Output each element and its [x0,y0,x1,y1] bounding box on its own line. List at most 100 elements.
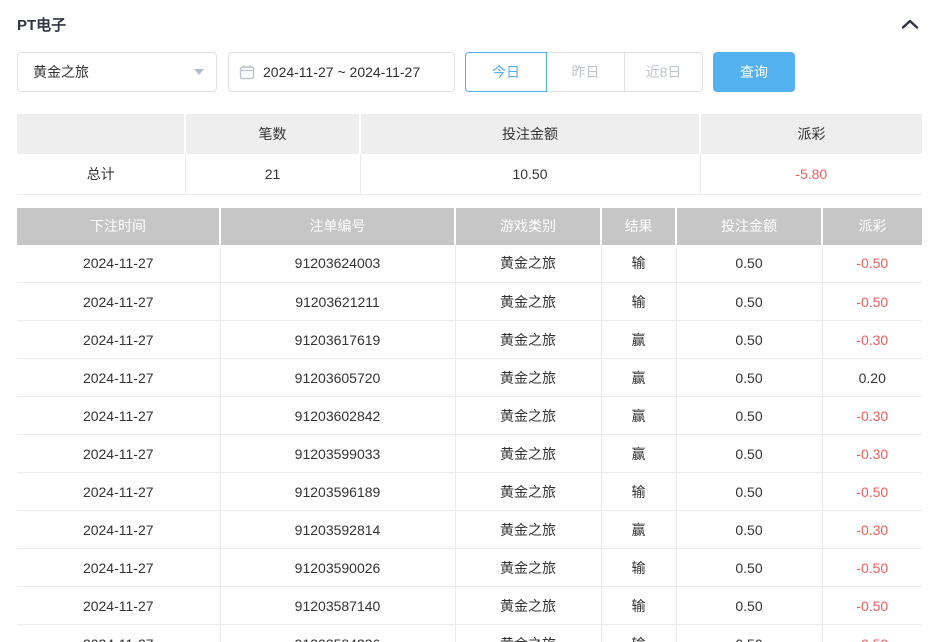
cell-bet-amount: 0.50 [676,434,823,473]
cell-payout: -0.30 [822,320,922,359]
cell-game-type: 黄金之旅 [455,510,602,549]
cell-bet-amount: 0.50 [676,282,823,321]
query-button[interactable]: 查询 [713,52,795,92]
cell-game-type: 黄金之旅 [455,586,602,625]
table-header-row: 下注时间 注单编号 游戏类别 结果 投注金额 派彩 [17,207,922,245]
quick-range-yesterday[interactable]: 昨日 [547,52,625,92]
cell-bet-amount: 0.50 [676,358,823,397]
quick-range-today[interactable]: 今日 [465,52,547,92]
cell-bet-id: 91203599033 [220,434,456,473]
cell-bet-time: 2024-11-27 [17,282,221,321]
table-row: 2024-11-27 91203596189 黄金之旅输 0.50 -0.50 [17,472,922,511]
cell-payout: -0.50 [822,586,922,625]
cell-result: 赢 [601,320,677,359]
header-game-type: 游戏类别 [455,207,602,245]
cell-payout: -0.50 [822,624,922,642]
cell-bet-amount: 0.50 [676,586,823,625]
header-payout: 派彩 [822,207,922,245]
cell-payout: -0.50 [822,472,922,511]
summary-table: 笔数 投注金额 派彩 总计 21 10.50 -5.80 [17,114,922,195]
header-bet-id: 注单编号 [220,207,456,245]
calendar-icon [239,64,255,80]
table-row: 2024-11-27 91203590026 黄金之旅输 0.50 -0.50 [17,548,922,587]
quick-range-group: 今日 昨日 近8日 [465,52,703,92]
cell-bet-amount: 0.50 [676,472,823,511]
cell-bet-id: 91203584236 [220,624,456,642]
header-bet-time: 下注时间 [17,207,221,245]
cell-bet-id: 91203617619 [220,320,456,359]
table-row: 2024-11-27 91203624003 黄金之旅输 0.50 -0.50 [17,244,922,283]
cell-game-type: 黄金之旅 [455,434,602,473]
quick-range-last8days[interactable]: 近8日 [625,52,703,92]
cell-result: 赢 [601,434,677,473]
cell-bet-amount: 0.50 [676,510,823,549]
cell-result: 赢 [601,358,677,397]
summary-total-payout: -5.80 [700,154,922,195]
cell-result: 输 [601,586,677,625]
date-range-picker[interactable]: 2024-11-27 ~ 2024-11-27 [228,52,455,92]
panel-header: PT电子 [17,12,922,36]
cell-result: 输 [601,624,677,642]
cell-bet-id: 91203605720 [220,358,456,397]
cell-bet-id: 91203624003 [220,244,456,283]
bet-records-table: 下注时间 注单编号 游戏类别 结果 投注金额 派彩 2024-11-27 9120… [17,207,922,642]
cell-bet-time: 2024-11-27 [17,548,221,587]
cell-result: 输 [601,244,677,283]
cell-payout: -0.50 [822,282,922,321]
summary-header-row: 笔数 投注金额 派彩 [17,114,922,154]
cell-game-type: 黄金之旅 [455,472,602,511]
collapse-button[interactable] [898,12,922,36]
cell-result: 赢 [601,396,677,435]
table-row: 2024-11-2791203584236黄金之旅输0.50-0.50 [17,624,922,642]
cell-bet-amount: 0.50 [676,320,823,359]
cell-bet-time: 2024-11-27 [17,472,221,511]
cell-game-type: 黄金之旅 [455,624,602,642]
chevron-down-icon [194,69,204,75]
cell-game-type: 黄金之旅 [455,396,602,435]
cell-bet-time: 2024-11-27 [17,586,221,625]
cell-bet-id: 91203590026 [220,548,456,587]
cell-bet-amount: 0.50 [676,624,823,642]
table-row: 2024-11-27 91203605720 黄金之旅赢 0.50 0.20 [17,358,922,397]
cell-game-type: 黄金之旅 [455,548,602,587]
cell-bet-time: 2024-11-27 [17,244,221,283]
page-title: PT电子 [17,16,67,34]
cell-bet-amount: 0.50 [676,244,823,283]
cell-bet-id: 91203596189 [220,472,456,511]
summary-header-count: 笔数 [185,114,361,154]
chevron-up-icon [901,18,919,30]
filter-bar: 黄金之旅 2024-11-27 ~ 2024-11-27 今日 昨日 近8日 查… [17,52,922,92]
table-row: 2024-11-27 91203587140 黄金之旅输 0.50 -0.50 [17,586,922,625]
cell-game-type: 黄金之旅 [455,358,602,397]
cell-bet-id: 91203602842 [220,396,456,435]
cell-payout: 0.20 [822,358,922,397]
game-select[interactable]: 黄金之旅 [17,52,217,92]
header-bet-amount: 投注金额 [676,207,823,245]
summary-header-bet-amount: 投注金额 [360,114,701,154]
cell-bet-time: 2024-11-27 [17,358,221,397]
header-result: 结果 [601,207,677,245]
date-range-value: 2024-11-27 ~ 2024-11-27 [263,64,421,80]
cell-result: 输 [601,282,677,321]
cell-bet-time: 2024-11-27 [17,434,221,473]
summary-total-row: 总计 21 10.50 -5.80 [17,154,922,195]
cell-bet-id: 91203592814 [220,510,456,549]
table-body: 2024-11-27 91203624003 黄金之旅输 0.50 -0.50 2024-… [17,244,922,642]
cell-bet-time: 2024-11-27 [17,396,221,435]
cell-game-type: 黄金之旅 [455,282,602,321]
table-row: 2024-11-27 91203599033 黄金之旅赢 0.50 -0.30 [17,434,922,473]
cell-result: 赢 [601,510,677,549]
summary-total-count: 21 [185,154,361,195]
cell-payout: -0.30 [822,510,922,549]
cell-bet-time: 2024-11-27 [17,510,221,549]
summary-header-blank [17,114,186,154]
game-select-value: 黄金之旅 [33,64,89,80]
cell-bet-amount: 0.50 [676,396,823,435]
cell-bet-id: 91203621211 [220,282,456,321]
table-row: 2024-11-27 91203621211 黄金之旅输 0.50 -0.50 [17,282,922,321]
cell-game-type: 黄金之旅 [455,320,602,359]
cell-payout: -0.30 [822,434,922,473]
summary-header-payout: 派彩 [700,114,922,154]
summary-total-label: 总计 [17,154,186,195]
cell-payout: -0.30 [822,396,922,435]
